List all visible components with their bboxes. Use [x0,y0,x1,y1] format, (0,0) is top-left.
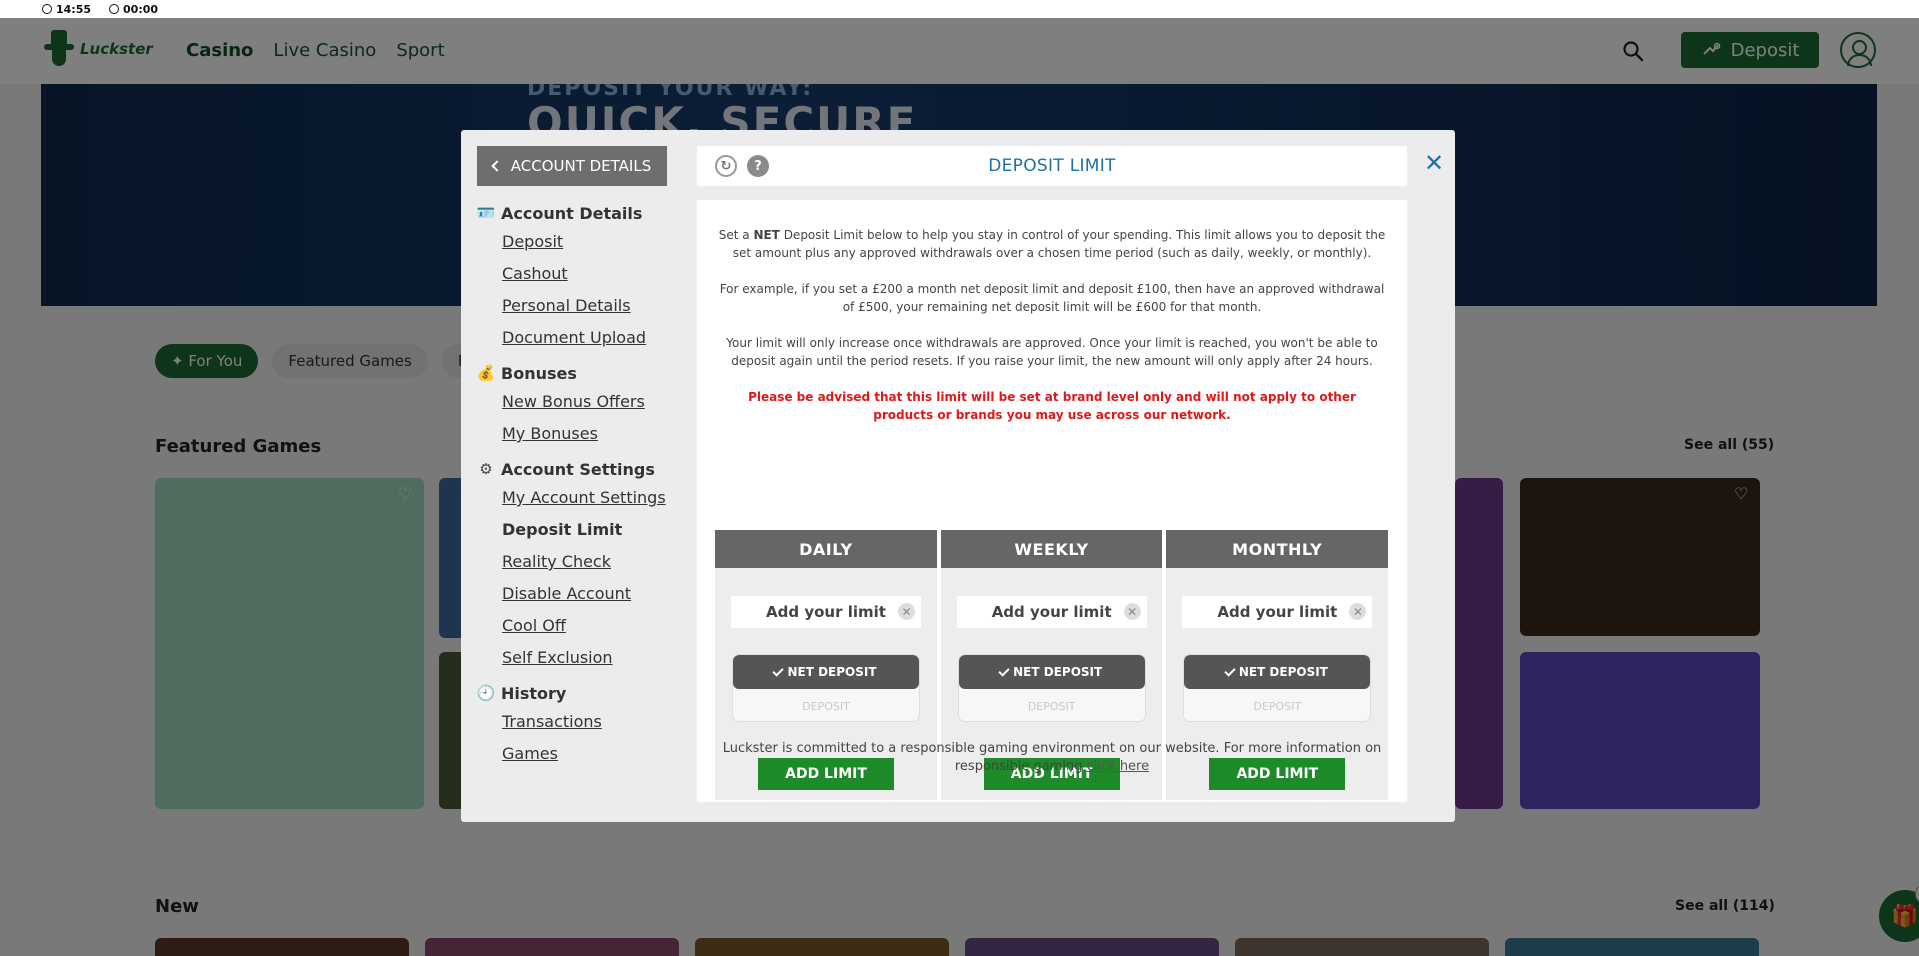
menu-item-cool-off[interactable]: Cool Off [502,610,677,642]
responsible-gaming-note: Luckster is committed to a responsible g… [717,740,1387,776]
menu-item-document-upload[interactable]: Document Upload [502,322,677,354]
info-paragraph-2: For example, if you set a £200 a month n… [719,282,1385,314]
check-icon [772,664,785,677]
back-button-label: ACCOUNT DETAILS [510,157,652,175]
menu-item-my-account-settings[interactable]: My Account Settings [502,482,677,514]
limit-input-placeholder: Add your limit [1217,603,1338,621]
status-timer-value: 00:00 [123,2,159,16]
panel-title: DEPOSIT LIMIT [988,156,1116,176]
menu-group-title: ⚙ Account Settings [477,456,677,482]
help-icon[interactable]: ? [747,155,769,177]
menu-item-self-exclusion[interactable]: Self Exclusion [502,642,677,674]
menu-item-deposit[interactable]: Deposit [502,226,677,258]
menu-group-account-details: 🪪 Account Details Deposit Cashout Person… [477,200,677,354]
money-bag-icon: 💰 [476,364,496,382]
column-header: MONTHLY [1166,530,1389,568]
menu-item-deposit-limit[interactable]: Deposit Limit [502,514,677,546]
limit-input[interactable]: Add your limit ✕ [731,596,921,628]
deposit-limit-panel: Set a NET Deposit Limit below to help yo… [697,200,1407,802]
menu-item-new-bonus-offers[interactable]: New Bonus Offers [502,386,677,418]
menu-group-history: 🕘 History Transactions Games [477,680,677,770]
deposit-option[interactable]: DEPOSIT [1184,689,1370,721]
back-to-account-details-button[interactable]: ACCOUNT DETAILS [477,146,667,186]
group-title-label: Account Details [501,203,643,223]
account-menu: 🪪 Account Details Deposit Cashout Person… [477,200,677,776]
menu-item-cashout[interactable]: Cashout [502,258,677,290]
column-header: WEEKLY [940,530,1163,568]
deposit-limit-modal: ACCOUNT DETAILS 🪪 Account Details Deposi… [461,130,1455,822]
id-card-icon: 🪪 [476,204,496,222]
chevron-left-icon [491,160,503,172]
menu-item-reality-check[interactable]: Reality Check [502,546,677,578]
info-text: Set a NET Deposit Limit below to help yo… [717,226,1387,442]
status-time: 14:55 [56,2,92,16]
menu-group-account-settings: ⚙ Account Settings My Account Settings D… [477,456,677,674]
refresh-icon[interactable]: ↻ [715,155,737,177]
menu-item-personal-details[interactable]: Personal Details [502,290,677,322]
clock-icon [42,4,52,14]
deposit-option[interactable]: DEPOSIT [733,689,919,721]
gear-icon: ⚙ [479,460,493,478]
limit-input-placeholder: Add your limit [991,603,1112,621]
limit-input-placeholder: Add your limit [766,603,886,621]
menu-item-disable-account[interactable]: Disable Account [502,578,677,610]
menu-item-games[interactable]: Games [502,738,677,770]
menu-group-bonuses: 💰 Bonuses New Bonus Offers My Bonuses [477,360,677,450]
menu-item-my-bonuses[interactable]: My Bonuses [502,418,677,450]
net-deposit-option[interactable]: NET DEPOSIT [733,655,919,689]
net-deposit-option[interactable]: NET DEPOSIT [1184,655,1371,689]
clear-icon[interactable]: ✕ [1349,603,1367,620]
check-icon [998,664,1010,677]
menu-item-transactions[interactable]: Transactions [502,706,677,738]
deposit-option[interactable]: DEPOSIT [959,689,1145,721]
footer-text: Luckster is committed to a responsible g… [722,741,1382,774]
menu-group-title: 🪪 Account Details [477,200,677,226]
close-icon[interactable]: ✕ [1421,150,1447,176]
group-title-label: Bonuses [501,363,577,383]
group-title-label: History [501,683,567,703]
limit-input[interactable]: Add your limit ✕ [1182,596,1373,628]
status-clock: 14:55 [42,3,91,16]
limit-input[interactable]: Add your limit ✕ [956,596,1147,628]
check-icon [1224,664,1236,677]
info-paragraph-3: Your limit will only increase once withd… [726,336,1378,368]
group-title-label: Account Settings [501,459,655,479]
panel-header: ↻ ? DEPOSIT LIMIT [697,146,1407,186]
click-here-link[interactable]: click here [1087,759,1149,774]
header-icons: ↻ ? [715,155,769,177]
timer-icon [109,4,120,14]
status-bar: 14:55 00:00 [0,0,1919,18]
deposit-type-toggle: NET DEPOSIT DEPOSIT [732,654,920,722]
warning-text: Please be advised that this limit will b… [748,390,1356,422]
deposit-type-toggle: NET DEPOSIT DEPOSIT [1183,654,1372,722]
clear-icon[interactable]: ✕ [898,603,915,620]
history-icon: 🕘 [476,684,496,702]
deposit-type-toggle: NET DEPOSIT DEPOSIT [957,654,1146,722]
net-deposit-option[interactable]: NET DEPOSIT [958,655,1145,689]
info-paragraph-1: Set a NET Deposit Limit below to help yo… [718,228,1386,260]
clear-icon[interactable]: ✕ [1123,603,1141,620]
column-header: DAILY [715,530,937,568]
menu-group-title: 💰 Bonuses [477,360,677,386]
menu-group-title: 🕘 History [477,680,677,706]
status-timer: 00:00 [109,3,158,16]
